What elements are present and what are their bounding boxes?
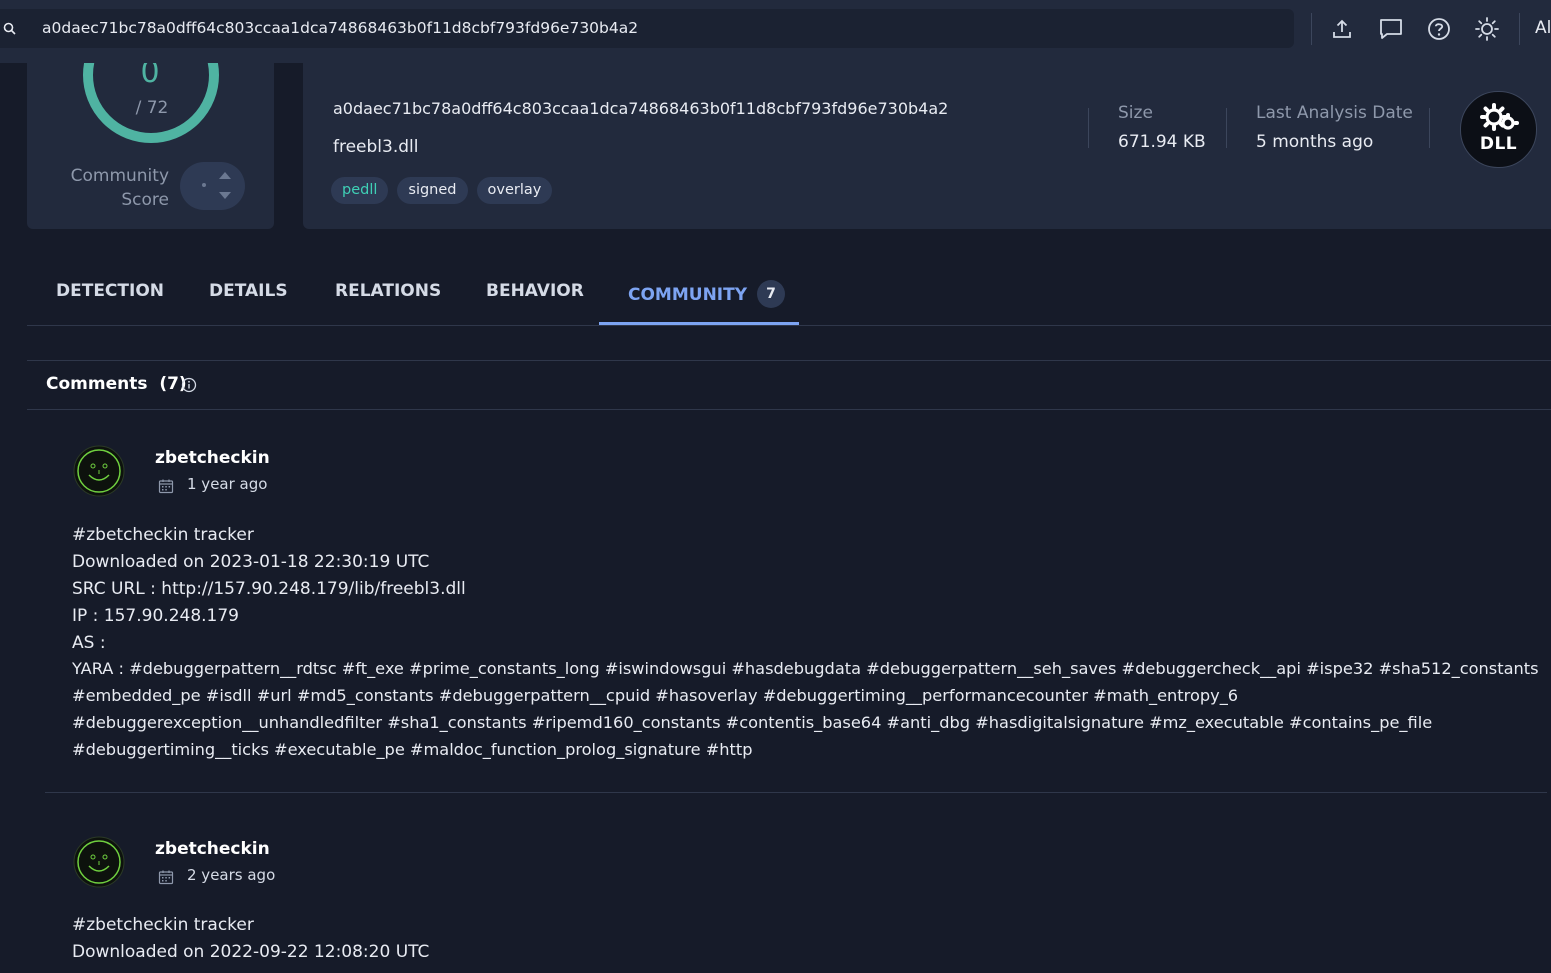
comment-author[interactable]: zbetcheckin	[155, 839, 270, 859]
calendar-icon	[158, 870, 174, 885]
tab-community[interactable]: COMMUNITY 7	[628, 280, 786, 309]
score-value: 0	[140, 63, 160, 90]
vote-control[interactable]	[180, 162, 245, 210]
tab-behavior[interactable]: BEHAVIOR	[486, 281, 584, 301]
file-hash: a0daec71bc78a0dff64c803ccaa1dca74868463b…	[333, 99, 949, 118]
toolbar-divider	[1311, 13, 1312, 45]
comment-line: #debuggertiming__ticks #executable_pe #m…	[72, 740, 753, 759]
search-input[interactable]	[42, 17, 1262, 39]
comments-header-bottom-border	[27, 409, 1551, 410]
comment-line: IP : 157.90.248.179	[72, 606, 239, 626]
meta-divider	[1088, 108, 1089, 148]
tab-details[interactable]: DETAILS	[209, 281, 288, 301]
comment-line: #embedded_pe #isdll #url #md5_constants …	[72, 686, 1239, 705]
truncated-menu-label[interactable]: Al	[1535, 18, 1551, 38]
file-type-label: DLL	[1479, 134, 1518, 154]
tab-community-label: COMMUNITY	[628, 285, 748, 305]
tab-detection[interactable]: DETECTION	[56, 281, 164, 301]
comment-line: Downloaded on 2022-09-22 12:08:20 UTC	[72, 942, 430, 962]
comments-title: Comments (7)	[46, 374, 187, 394]
last-analysis-value: 5 months ago	[1256, 132, 1374, 152]
comment-time: 2 years ago	[187, 866, 276, 884]
community-label-line2: Score	[121, 190, 169, 210]
help-button[interactable]	[1423, 13, 1455, 45]
file-name: freebl3.dll	[333, 137, 419, 157]
community-score-label: Community Score	[67, 164, 169, 212]
comment-line: #zbetcheckin tracker	[72, 915, 254, 935]
comment-line: YARA : #debuggerpattern__rdtsc #ft_exe #…	[72, 659, 1539, 678]
tabs-divider	[27, 325, 1551, 326]
comment-time: 1 year ago	[187, 475, 268, 493]
file-info-card: a0daec71bc78a0dff64c803ccaa1dca74868463b…	[303, 63, 1551, 229]
comment-line: AS :	[72, 633, 106, 653]
community-label-line1: Community	[70, 166, 169, 186]
comment-line: Downloaded on 2023-01-18 22:30:19 UTC	[72, 552, 430, 572]
chat-icon	[1380, 19, 1402, 39]
comment-line: #debuggerexception__unhandledfilter #sha…	[72, 713, 1433, 732]
upload-icon	[1333, 19, 1351, 38]
info-icon[interactable]	[181, 377, 197, 393]
score-total: / 72	[135, 98, 169, 118]
theme-button[interactable]	[1471, 13, 1503, 45]
theme-icon	[1475, 17, 1499, 41]
avatar[interactable]	[73, 836, 125, 888]
comment-author[interactable]: zbetcheckin	[155, 448, 270, 468]
tab-community-count: 7	[757, 280, 786, 308]
chat-button[interactable]	[1375, 13, 1407, 45]
tag-list: pedll signed overlay	[331, 177, 553, 204]
calendar-icon	[158, 479, 174, 494]
toolbar-divider	[1519, 13, 1520, 45]
search-icon[interactable]	[2, 21, 18, 37]
file-type-badge: DLL	[1460, 91, 1537, 168]
comment-line: SRC URL : http://157.90.248.179/lib/free…	[72, 579, 466, 599]
comments-title-text: Comments	[46, 374, 148, 394]
tag-overlay[interactable]: overlay	[476, 177, 553, 204]
community-score-card: 0 / 72 Community Score	[27, 63, 274, 229]
tag-pedll[interactable]: pedll	[331, 177, 389, 204]
avatar[interactable]	[73, 445, 125, 497]
top-bar: Al	[0, 0, 1551, 63]
gears-icon	[1480, 103, 1519, 131]
upvote-arrow-icon[interactable]	[219, 172, 231, 179]
downvote-arrow-icon[interactable]	[219, 192, 231, 199]
meta-divider	[1429, 108, 1430, 148]
vote-dot	[202, 183, 206, 187]
comment-divider	[45, 792, 1547, 793]
meta-divider	[1226, 108, 1227, 148]
size-value: 671.94 KB	[1118, 132, 1206, 152]
help-icon	[1428, 18, 1450, 40]
comments-header-top-border	[27, 360, 1551, 361]
last-analysis-label: Last Analysis Date	[1256, 103, 1413, 123]
search-box[interactable]	[0, 9, 1294, 48]
comment-line: #zbetcheckin tracker	[72, 525, 254, 545]
tab-relations[interactable]: RELATIONS	[335, 281, 441, 301]
upload-button[interactable]	[1326, 13, 1358, 45]
size-label: Size	[1118, 103, 1153, 123]
tag-signed[interactable]: signed	[397, 177, 468, 204]
